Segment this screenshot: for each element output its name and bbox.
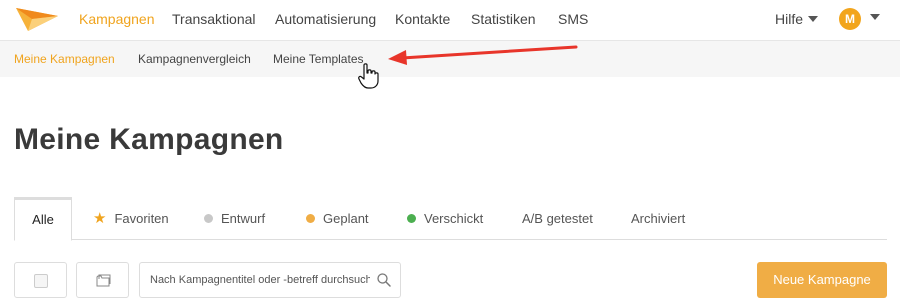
chevron-down-icon[interactable] xyxy=(870,14,880,20)
subnav-kampagnenvergleich[interactable]: Kampagnenvergleich xyxy=(138,52,251,66)
tab-entwurf[interactable]: Entwurf xyxy=(204,197,265,240)
campaign-filter-tabs: Alle ★ Favoriten Entwurf Geplant Verschic… xyxy=(14,197,887,241)
tab-alle[interactable]: Alle xyxy=(14,197,72,241)
new-campaign-button[interactable]: Neue Kampagne xyxy=(757,262,887,298)
tab-favoriten[interactable]: ★ Favoriten xyxy=(93,197,169,240)
subnav-meine-templates[interactable]: Meine Templates xyxy=(273,52,364,66)
folder-icon xyxy=(96,274,111,287)
top-navigation: Kampagnen Transaktional Automatisierung … xyxy=(0,0,900,41)
star-icon: ★ xyxy=(93,210,107,227)
checkbox-icon xyxy=(34,274,48,288)
tab-verschickt[interactable]: Verschickt xyxy=(407,197,483,240)
search-box xyxy=(139,262,401,298)
nav-automatisierung[interactable]: Automatisierung xyxy=(275,11,376,27)
status-dot-icon xyxy=(306,214,315,223)
annotation-arrow-icon xyxy=(388,45,578,65)
subnav-meine-kampagnen[interactable]: Meine Kampagnen xyxy=(14,52,115,66)
tab-label: Verschickt xyxy=(424,211,484,226)
nav-statistiken[interactable]: Statistiken xyxy=(471,11,536,27)
tab-ab-getestet[interactable]: A/B getestet xyxy=(522,197,593,240)
nav-transaktional[interactable]: Transaktional xyxy=(172,11,256,27)
search-input[interactable] xyxy=(150,263,370,297)
status-dot-icon xyxy=(407,214,416,223)
chevron-down-icon xyxy=(808,16,819,22)
help-menu[interactable]: Hilfe xyxy=(775,11,819,27)
logo-icon[interactable] xyxy=(14,5,60,33)
status-dot-icon xyxy=(204,214,213,223)
hand-cursor-icon xyxy=(358,63,379,89)
help-label: Hilfe xyxy=(775,11,804,27)
tab-label: Geplant xyxy=(323,211,369,226)
nav-kontakte[interactable]: Kontakte xyxy=(395,11,450,27)
tab-label: Entwurf xyxy=(221,211,266,226)
page-title: Meine Kampagnen xyxy=(14,123,284,156)
select-all-checkbox[interactable] xyxy=(14,262,67,298)
nav-sms[interactable]: SMS xyxy=(558,11,588,27)
search-icon[interactable] xyxy=(376,272,392,288)
nav-kampagnen[interactable]: Kampagnen xyxy=(79,11,155,27)
folder-button[interactable] xyxy=(76,262,129,298)
tab-geplant[interactable]: Geplant xyxy=(306,197,369,240)
tab-archiviert[interactable]: Archiviert xyxy=(631,197,685,240)
tab-label: Favoriten xyxy=(114,211,169,226)
avatar[interactable]: M xyxy=(839,8,861,30)
